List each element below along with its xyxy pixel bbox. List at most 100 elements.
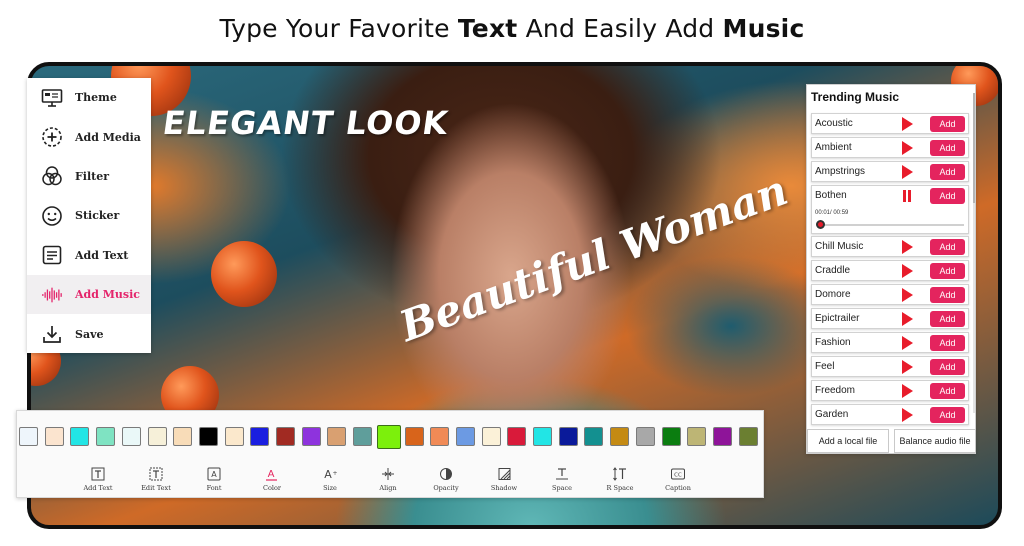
- color-swatch[interactable]: [481, 427, 501, 446]
- color-swatch[interactable]: [533, 427, 552, 446]
- add-track-button[interactable]: Add: [930, 359, 965, 375]
- size-icon: A +: [324, 468, 337, 481]
- tool-shadow[interactable]: Shadow: [475, 467, 533, 492]
- add-track-button[interactable]: Add: [930, 287, 965, 303]
- monitor-icon: [41, 87, 63, 109]
- track-row[interactable]: Craddle Add: [811, 260, 969, 281]
- track-row[interactable]: Freedom Add: [811, 380, 969, 401]
- track-row[interactable]: Acoustic Add: [811, 113, 969, 134]
- play-icon[interactable]: [902, 288, 913, 302]
- color-swatch[interactable]: [661, 427, 681, 446]
- add-track-button[interactable]: Add: [930, 116, 965, 132]
- menu-item-filter[interactable]: Filter: [27, 157, 151, 196]
- music-panel-title: Trending Music: [811, 90, 900, 104]
- add-track-button[interactable]: Add: [930, 383, 965, 399]
- tool-add-text[interactable]: Add Text: [69, 467, 127, 492]
- play-icon[interactable]: [902, 336, 913, 350]
- menu-item-save[interactable]: Save: [27, 314, 151, 353]
- color-swatch[interactable]: [96, 427, 116, 446]
- color-swatch[interactable]: [147, 427, 167, 446]
- play-icon[interactable]: [902, 264, 913, 278]
- color-swatch[interactable]: [121, 427, 141, 446]
- tool-label: Font: [206, 484, 222, 492]
- balance-audio-button[interactable]: Balance audio file: [894, 429, 976, 453]
- edit-text-icon: [149, 467, 163, 481]
- color-swatch[interactable]: [635, 427, 655, 446]
- menu-item-add-media[interactable]: Add Media: [27, 117, 151, 156]
- color-swatch-selected[interactable]: [376, 425, 401, 449]
- tool-space[interactable]: Space: [533, 467, 591, 492]
- tool-caption[interactable]: CC Caption: [649, 467, 707, 492]
- tool-label: R Space: [606, 484, 634, 492]
- space-icon: [556, 468, 568, 480]
- tool-opacity[interactable]: Opacity: [417, 467, 475, 492]
- track-row[interactable]: Ampstrings Add: [811, 161, 969, 182]
- play-icon[interactable]: [902, 384, 913, 398]
- scrollbar-thumb[interactable]: [973, 93, 975, 203]
- tool-row-space[interactable]: R Space: [591, 467, 649, 492]
- tool-edit-text[interactable]: Edit Text: [127, 467, 185, 492]
- color-swatch[interactable]: [173, 427, 193, 446]
- menu-item-sticker[interactable]: Sticker: [27, 196, 151, 235]
- menu-item-theme[interactable]: Theme: [27, 78, 151, 117]
- add-track-button[interactable]: Add: [930, 188, 965, 204]
- play-icon[interactable]: [902, 165, 913, 179]
- menu-label: Add Music: [75, 288, 140, 302]
- track-row[interactable]: Garden Add: [811, 404, 969, 425]
- color-swatch[interactable]: [430, 427, 450, 446]
- color-swatch[interactable]: [301, 427, 321, 446]
- track-row[interactable]: Fashion Add: [811, 332, 969, 353]
- color-swatch[interactable]: [507, 427, 527, 446]
- color-swatch[interactable]: [353, 427, 373, 446]
- add-track-button[interactable]: Add: [930, 407, 965, 423]
- color-swatch[interactable]: [198, 427, 218, 446]
- color-swatch[interactable]: [455, 427, 475, 446]
- color-swatch[interactable]: [224, 427, 244, 446]
- track-progress-bar[interactable]: [820, 224, 964, 226]
- track-row[interactable]: Feel Add: [811, 356, 969, 377]
- add-track-button[interactable]: Add: [930, 311, 965, 327]
- tool-color[interactable]: A Color: [243, 467, 301, 492]
- add-circle-icon: [41, 126, 63, 148]
- color-swatch[interactable]: [70, 427, 90, 446]
- track-row[interactable]: Epictrailer Add: [811, 308, 969, 329]
- menu-item-add-music[interactable]: Add Music: [27, 274, 151, 315]
- color-swatch[interactable]: [404, 427, 424, 446]
- play-icon[interactable]: [902, 360, 913, 374]
- add-track-button[interactable]: Add: [930, 164, 965, 180]
- track-row[interactable]: Ambient Add: [811, 137, 969, 158]
- tool-size[interactable]: A + Size: [301, 467, 359, 492]
- play-icon[interactable]: [902, 117, 913, 131]
- track-row[interactable]: Domore Add: [811, 284, 969, 305]
- color-swatch[interactable]: [712, 427, 732, 446]
- tool-font[interactable]: A Font: [185, 467, 243, 492]
- menu-item-add-text[interactable]: Add Text: [27, 236, 151, 275]
- add-track-button[interactable]: Add: [930, 335, 965, 351]
- add-local-file-button[interactable]: Add a local file: [807, 429, 889, 453]
- add-track-button[interactable]: Add: [930, 140, 965, 156]
- canvas-text-elegant[interactable]: ELEGANT LOOK: [160, 104, 451, 142]
- color-swatch[interactable]: [19, 427, 38, 446]
- color-swatch[interactable]: [276, 427, 295, 446]
- play-icon[interactable]: [902, 141, 913, 155]
- color-swatch[interactable]: [250, 427, 270, 446]
- color-swatch[interactable]: [738, 427, 758, 446]
- play-icon[interactable]: [902, 240, 913, 254]
- color-swatch[interactable]: [610, 427, 630, 446]
- color-swatch[interactable]: [584, 427, 604, 446]
- color-swatch[interactable]: [327, 427, 347, 446]
- tool-align[interactable]: Align: [359, 467, 417, 492]
- svg-text:+: +: [332, 470, 337, 477]
- track-name: Ampstrings: [815, 166, 866, 177]
- color-swatch[interactable]: [558, 427, 578, 446]
- track-row-playing[interactable]: Bothen Add 00:01/ 00:59: [811, 185, 969, 234]
- track-progress-knob[interactable]: [816, 220, 825, 229]
- add-track-button[interactable]: Add: [930, 239, 965, 255]
- color-swatch[interactable]: [44, 427, 64, 446]
- pause-icon[interactable]: [902, 190, 912, 202]
- play-icon[interactable]: [902, 312, 913, 326]
- color-swatch[interactable]: [687, 427, 707, 446]
- play-icon[interactable]: [902, 408, 913, 422]
- track-row[interactable]: Chill Music Add: [811, 236, 969, 257]
- add-track-button[interactable]: Add: [930, 263, 965, 279]
